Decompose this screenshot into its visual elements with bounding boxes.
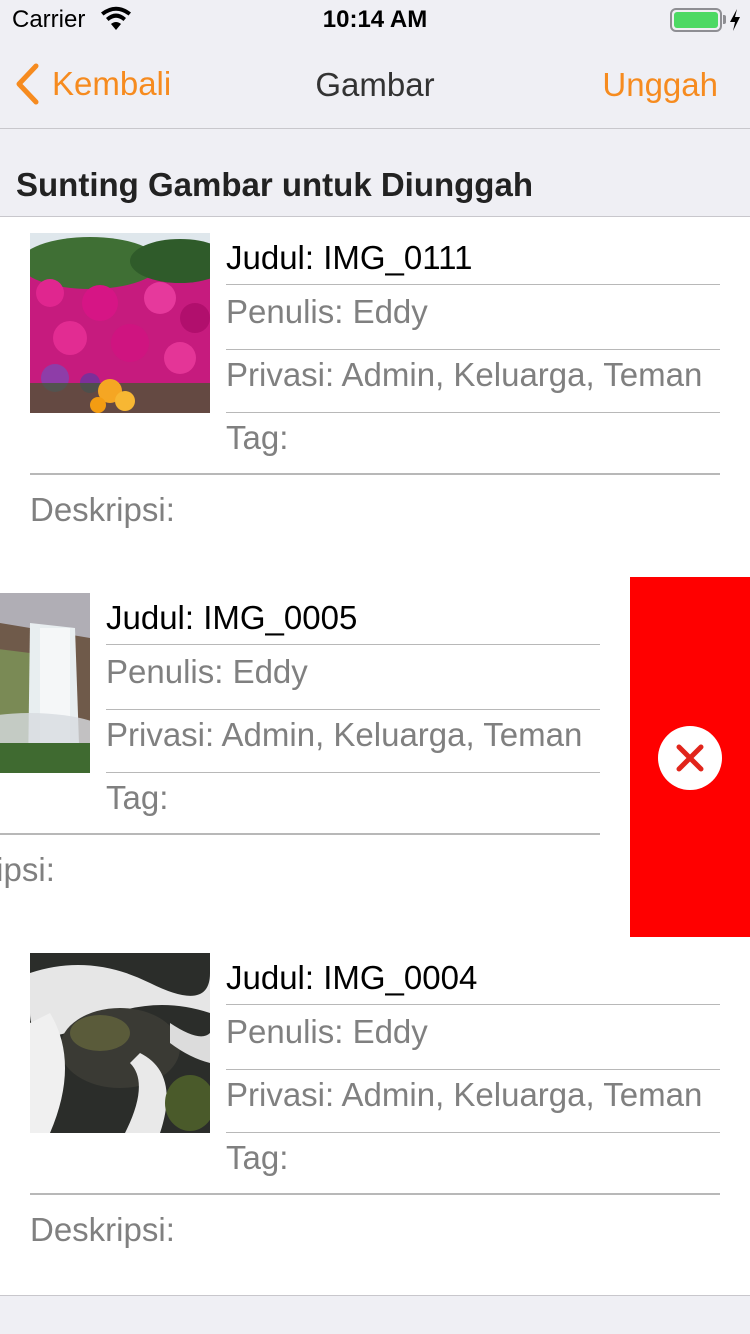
charging-bolt-icon xyxy=(730,9,740,31)
list-item: Judul: IMG_0005 Penulis: Eddy Privasi: A… xyxy=(0,577,750,938)
battery-tip xyxy=(723,15,726,24)
list-item: Judul: IMG_0111 Penulis: Eddy Privasi: A… xyxy=(0,217,750,578)
divider xyxy=(30,1193,720,1195)
image-list[interactable]: Judul: IMG_0111 Penulis: Eddy Privasi: A… xyxy=(0,216,750,1296)
list-item: Judul: IMG_0004 Penulis: Eddy Privasi: A… xyxy=(0,937,750,1295)
image-thumbnail[interactable] xyxy=(30,953,210,1133)
tags-field[interactable]: Tag: xyxy=(106,773,600,836)
privacy-field[interactable]: Privasi: Admin, Keluarga, Teman xyxy=(226,350,720,413)
tags-field[interactable]: Tag: xyxy=(226,413,720,476)
image-thumbnail[interactable] xyxy=(0,593,90,773)
list-item-content[interactable]: Judul: IMG_0004 Penulis: Eddy Privasi: A… xyxy=(0,937,750,1295)
stream-rocks-photo-icon xyxy=(30,953,210,1133)
pink-flowers-photo-icon xyxy=(30,233,210,413)
delete-button[interactable] xyxy=(630,577,750,937)
upload-button[interactable]: Unggah xyxy=(602,66,718,104)
author-field[interactable]: Penulis: Eddy xyxy=(106,647,600,710)
description-field[interactable]: Deskripsi: xyxy=(0,851,55,889)
author-field[interactable]: Penulis: Eddy xyxy=(226,287,720,350)
divider xyxy=(0,833,600,835)
list-item-content[interactable]: Judul: IMG_0005 Penulis: Eddy Privasi: A… xyxy=(0,577,630,937)
privacy-field[interactable]: Privasi: Admin, Keluarga, Teman xyxy=(226,1070,720,1133)
author-field[interactable]: Penulis: Eddy xyxy=(226,1007,720,1070)
divider xyxy=(30,473,720,475)
image-thumbnail[interactable] xyxy=(30,233,210,413)
title-field[interactable]: Judul: IMG_0004 xyxy=(226,953,720,1005)
title-field[interactable]: Judul: IMG_0005 xyxy=(106,593,600,645)
status-bar: Carrier 10:14 AM xyxy=(0,0,750,40)
privacy-field[interactable]: Privasi: Admin, Keluarga, Teman xyxy=(106,710,600,773)
waterfall-photo-icon xyxy=(0,593,90,773)
status-time: 10:14 AM xyxy=(322,6,428,33)
tags-field[interactable]: Tag: xyxy=(226,1133,720,1196)
list-item-content[interactable]: Judul: IMG_0111 Penulis: Eddy Privasi: A… xyxy=(0,217,750,577)
description-field[interactable]: Deskripsi: xyxy=(30,491,175,529)
battery-icon xyxy=(670,8,722,32)
description-field[interactable]: Deskripsi: xyxy=(30,1211,175,1249)
title-field[interactable]: Judul: IMG_0111 xyxy=(226,233,720,285)
navigation-bar: Kembali Gambar Unggah xyxy=(0,40,750,129)
section-header: Sunting Gambar untuk Diunggah xyxy=(16,166,533,203)
delete-circle xyxy=(658,726,722,790)
close-icon xyxy=(676,744,704,772)
